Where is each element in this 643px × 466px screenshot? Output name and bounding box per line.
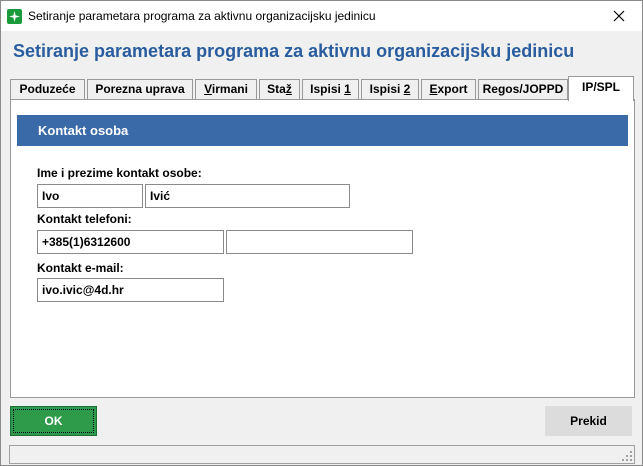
tab-ispisi-1[interactable]: Ispisi 1 [302,79,359,100]
ok-button[interactable]: OK [10,406,97,436]
tab-staz[interactable]: Staž [259,79,300,100]
tab-virmani[interactable]: Virmani [195,79,257,100]
tab-export[interactable]: Export [421,79,476,100]
window-title: Setiranje parametara programa za aktivnu… [28,9,376,23]
tab-panel: Kontakt osoba Ime i prezime kontakt osob… [10,99,635,398]
name-label: Ime i prezime kontakt osobe: [37,166,202,180]
page-heading: Setiranje parametara programa za aktivnu… [13,41,575,61]
email-field[interactable] [37,278,224,302]
status-bar [9,445,635,464]
email-label: Kontakt e-mail: [37,261,124,275]
dialog-window: Setiranje parametara programa za aktivnu… [0,0,643,466]
tab-poduzece[interactable]: Poduzeće [10,79,85,100]
resize-grip-icon[interactable] [622,451,632,461]
tab-bar: Poduzeće Porezna uprava Virmani Staž Isp… [10,76,635,101]
tab-regos-joppd[interactable]: Regos/JOPPD [478,79,568,100]
tab-ispisi-2[interactable]: Ispisi 2 [361,79,419,100]
phone-field-2[interactable] [226,230,413,254]
button-bar: OK Prekid [1,401,642,441]
last-name-field[interactable] [145,184,350,208]
section-header: Kontakt osoba [17,115,628,146]
phone-field-1[interactable] [37,230,224,254]
tab-porezna-uprava[interactable]: Porezna uprava [87,79,193,100]
phone-label: Kontakt telefoni: [37,212,132,226]
close-icon [613,10,625,22]
app-icon [7,9,22,24]
tab-ip-spl[interactable]: IP/SPL [568,76,634,101]
title-bar: Setiranje parametara programa za aktivnu… [1,1,642,31]
close-button[interactable] [596,1,642,31]
cancel-button[interactable]: Prekid [545,406,632,436]
first-name-field[interactable] [37,184,143,208]
section-title: Kontakt osoba [38,123,129,138]
